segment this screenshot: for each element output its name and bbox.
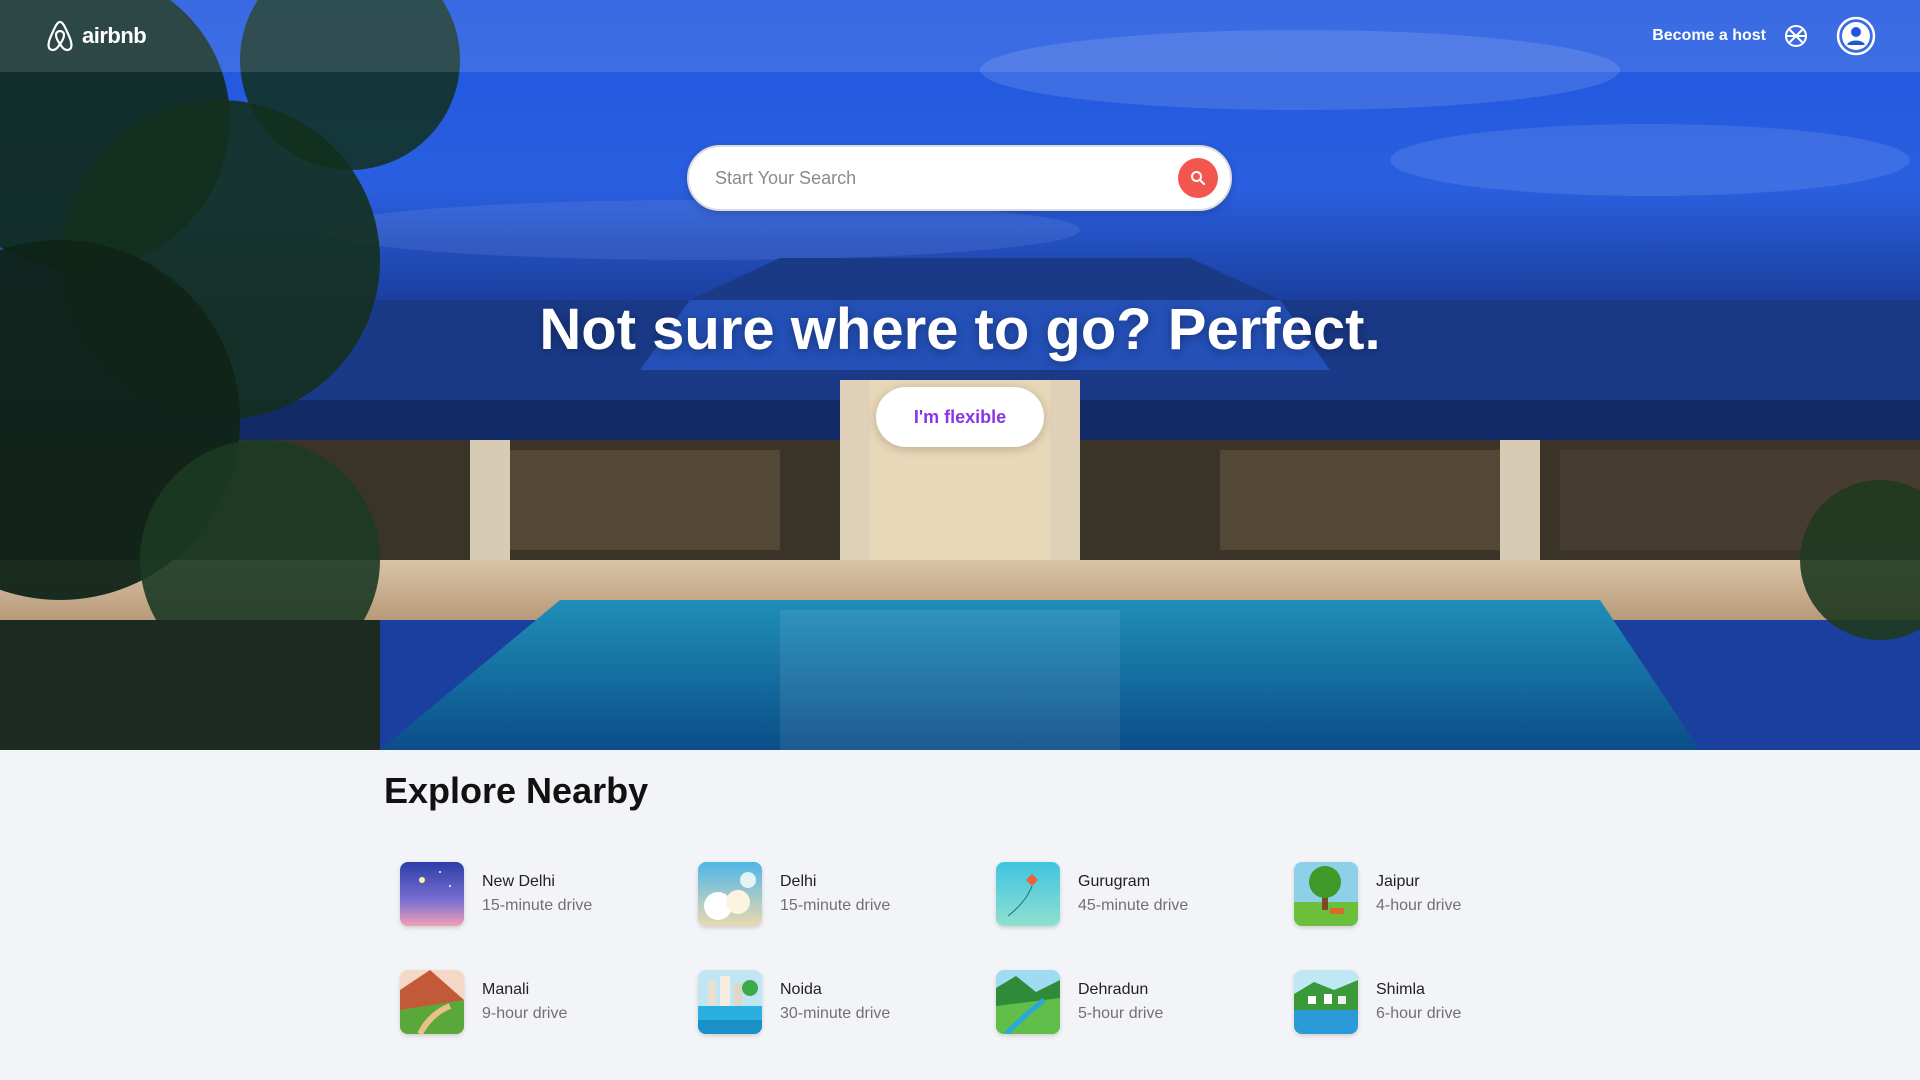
- explore-nearby-title: Explore Nearby: [384, 770, 649, 811]
- city-name: Dehradun: [1078, 981, 1149, 998]
- search-bar: [687, 145, 1232, 211]
- explore-card[interactable]: Delhi 15-minute drive: [698, 862, 996, 926]
- header-actions: Become a host: [1652, 16, 1876, 56]
- top-navbar: airbnb Become a host: [0, 0, 1920, 72]
- hero-section: airbnb Become a host Not sure where t: [0, 0, 1920, 750]
- lake-village-thumbnail: [1294, 970, 1358, 1034]
- drive-time: 5-hour drive: [1078, 1005, 1164, 1022]
- airbnb-logo[interactable]: airbnb: [44, 19, 147, 53]
- city-name: New Delhi: [482, 873, 555, 890]
- night-sky-thumbnail: [400, 862, 464, 926]
- clouds-thumbnail: [698, 862, 762, 926]
- explore-card[interactable]: New Delhi 15-minute drive: [400, 862, 698, 926]
- city-lake-thumbnail: [698, 970, 762, 1034]
- city-name: Manali: [482, 981, 530, 998]
- drive-time: 45-minute drive: [1078, 897, 1189, 914]
- become-host-link[interactable]: Become a host: [1652, 27, 1766, 45]
- city-name: Delhi: [780, 873, 817, 890]
- explore-card[interactable]: Shimla 6-hour drive: [1294, 970, 1592, 1034]
- city-name: Gurugram: [1078, 873, 1151, 890]
- drive-time: 30-minute drive: [780, 1005, 891, 1022]
- park-tree-thumbnail: [1294, 862, 1358, 926]
- green-valley-thumbnail: [996, 970, 1060, 1034]
- brand-name: airbnb: [82, 23, 147, 48]
- flexible-button[interactable]: I'm flexible: [876, 387, 1044, 447]
- drive-time: 6-hour drive: [1376, 1005, 1462, 1022]
- city-name: Shimla: [1376, 981, 1425, 998]
- user-menu-button[interactable]: [1836, 16, 1876, 56]
- city-name: Jaipur: [1376, 873, 1420, 890]
- kite-sky-thumbnail: [996, 862, 1060, 926]
- drive-time: 15-minute drive: [482, 897, 593, 914]
- search-icon: [1191, 171, 1205, 185]
- explore-card[interactable]: Jaipur 4-hour drive: [1294, 862, 1592, 926]
- drive-time: 4-hour drive: [1376, 897, 1462, 914]
- hills-road-thumbnail: [400, 970, 464, 1034]
- search-button[interactable]: [1178, 158, 1218, 198]
- explore-nearby-grid: New Delhi 15-minute drive Delhi 15-minut…: [400, 862, 1500, 1034]
- explore-card[interactable]: Manali 9-hour drive: [400, 970, 698, 1034]
- globe-icon[interactable]: [1784, 24, 1808, 48]
- hero-background-image: [0, 0, 1920, 750]
- hero-title: Not sure where to go? Perfect.: [539, 297, 1381, 362]
- airbnb-logo-icon: [47, 20, 73, 52]
- explore-card[interactable]: Noida 30-minute drive: [698, 970, 996, 1034]
- drive-time: 9-hour drive: [482, 1005, 568, 1022]
- explore-card[interactable]: Gurugram 45-minute drive: [996, 862, 1294, 926]
- city-name: Noida: [780, 981, 822, 998]
- search-input[interactable]: [715, 167, 1178, 189]
- explore-card[interactable]: Dehradun 5-hour drive: [996, 970, 1294, 1034]
- drive-time: 15-minute drive: [780, 897, 891, 914]
